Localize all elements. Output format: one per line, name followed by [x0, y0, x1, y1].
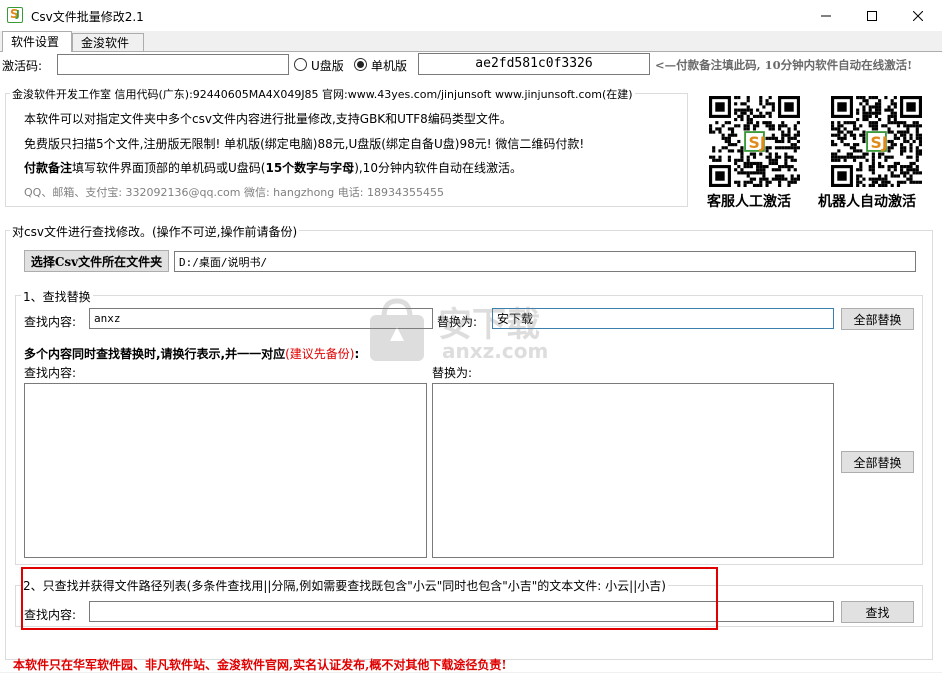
svg-text:SJ: SJ — [749, 133, 766, 152]
activation-code-label: 激活码: — [2, 59, 43, 73]
machine-code-field[interactable]: ae2fd581c0f3326 — [418, 53, 650, 75]
multi-note-text: 多个内容同时查找替换时,请换行表示,并一一对应 — [24, 347, 286, 361]
info-group-label: 金浚软件开发工作室 信用代码(广东):92440605MA4X049J85 官网… — [10, 86, 635, 102]
company-info-text: 金浚软件开发工作室 信用代码(广东):92440605MA4X049J85 官网… — [12, 88, 633, 101]
machine-radio[interactable] — [354, 58, 367, 71]
tab-jinjun-software[interactable]: 金浚软件 — [72, 33, 144, 52]
title-bar: SJ Csv文件批量修改2.1 — [0, 0, 942, 31]
multi-replace-label: 替换为: — [432, 366, 473, 380]
minimize-icon — [821, 15, 831, 16]
multi-find-textarea[interactable] — [24, 383, 427, 558]
maximize-icon — [867, 10, 877, 21]
find-only-label: 2、只查找并获得文件路径列表(多条件查找用||分隔,例如需要查找既包含"小云"同… — [21, 577, 668, 594]
multi-replace-all-button[interactable]: 全部替换 — [841, 451, 914, 473]
find-replace-label: 1、查找替换 — [21, 288, 93, 305]
qr-robot-label: 机器人自动激活 — [818, 194, 916, 210]
payment-note-bold-2: 15个数字与字母 — [265, 161, 355, 175]
multi-replace-note: 多个内容同时查找替换时,请换行表示,并一一对应(建议先备份): — [24, 345, 359, 362]
info-line-3: 付款备注填写软件界面顶部的单机码或U盘码(15个数字与字母),10分钟内软件自动… — [24, 159, 522, 176]
tab-software-settings[interactable]: 软件设置 — [2, 31, 72, 52]
replace-label: 替换为: — [437, 315, 478, 329]
find-button[interactable]: 查找 — [841, 601, 914, 623]
info-line-1: 本软件可以对指定文件夹中多个csv文件内容进行批量修改,支持GBK和UTF8编码… — [24, 112, 512, 126]
multi-replace-textarea[interactable] — [432, 383, 834, 558]
find-input[interactable] — [89, 308, 433, 329]
footer-notice: 本软件只在华军软件园、非凡软件站、金浚软件官网,实名认证发布,概不对其他下载途径… — [13, 658, 507, 672]
close-icon — [913, 10, 923, 21]
multi-find-label: 查找内容: — [24, 366, 77, 380]
qr-code-service-icon: SJ — [709, 96, 800, 187]
find-only-input-label: 查找内容: — [24, 608, 77, 622]
app-icon: SJ — [7, 7, 23, 23]
payment-note-bold: 付款备注 — [24, 161, 73, 175]
contact-info: QQ、邮箱、支付宝: 332092136@qq.com 微信: hangzhon… — [24, 186, 444, 199]
machine-radio-label[interactable]: 单机版 — [371, 57, 407, 74]
info-line-2: 免费版只扫描5个文件,注册版无限制! 单机版(绑定电脑)88元,U盘版(绑定自备… — [24, 137, 585, 151]
folder-path-input[interactable] — [174, 251, 916, 272]
find-label: 查找内容: — [24, 315, 77, 329]
tab-bar: 软件设置 金浚软件 — [0, 31, 942, 52]
replace-all-button[interactable]: 全部替换 — [841, 308, 914, 330]
payment-note-text-b: ),10分钟内软件自动在线激活。 — [354, 161, 522, 175]
udisk-radio[interactable] — [294, 58, 307, 71]
tab-content: 激活码: U盘版 单机版 ae2fd581c0f3326 <—付款备注填此码, … — [0, 51, 942, 672]
svg-text:SJ: SJ — [871, 133, 888, 152]
payment-note-text-a: 填写软件界面顶部的单机码或U盘码( — [72, 161, 266, 175]
find-only-input[interactable] — [89, 601, 834, 622]
qr-code-robot-icon: SJ — [831, 96, 922, 187]
close-button[interactable] — [895, 0, 941, 31]
qr-service-label: 客服人工激活 — [707, 194, 791, 210]
minimize-button[interactable] — [803, 0, 849, 31]
replace-input[interactable] — [492, 308, 834, 329]
activation-code-input[interactable] — [57, 54, 289, 75]
backup-warning: (建议先备份) — [285, 347, 355, 361]
select-folder-button[interactable]: 选择Csv文件所在文件夹 — [24, 250, 169, 272]
window-title: Csv文件批量修改2.1 — [31, 10, 144, 24]
multi-note-colon: : — [354, 347, 360, 361]
main-group-label: 对csv文件进行查找修改。(操作不可逆,操作前请备份) — [10, 223, 300, 240]
udisk-radio-label[interactable]: U盘版 — [311, 57, 344, 74]
maximize-button[interactable] — [849, 0, 895, 31]
activation-hint: <—付款备注填此码, 10分钟内软件自动在线激活! — [655, 58, 913, 72]
